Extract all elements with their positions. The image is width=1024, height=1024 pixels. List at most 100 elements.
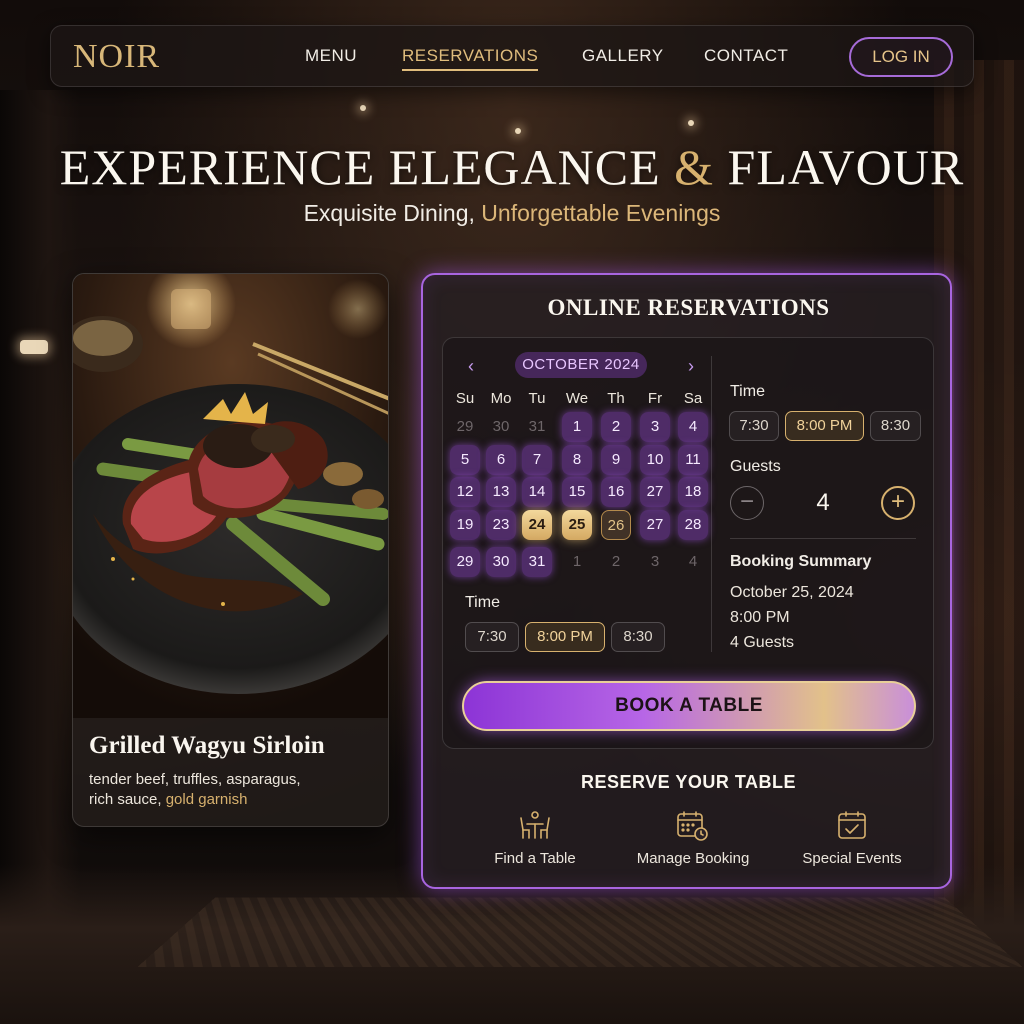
hero-subtitle-part2: Unforgettable Evenings [481, 200, 721, 226]
nav-link-reservations-label: RESERVATIONS [402, 46, 539, 65]
reservations-title: ONLINE RESERVATIONS [547, 295, 830, 320]
nav-link-menu[interactable]: MENU [305, 46, 357, 66]
special-events-link[interactable]: Special Events [777, 810, 927, 867]
weekday-label: Mo [490, 390, 512, 407]
hero-subtitle: Exquisite Dining, Unforgettable Evenings [0, 200, 1024, 227]
ceiling-light [360, 105, 366, 111]
summary-divider [730, 538, 916, 539]
calendar-day[interactable]: 2 [601, 547, 631, 577]
time-label-right: Time [730, 383, 765, 400]
calendar-day[interactable]: 14 [522, 477, 552, 507]
calendar-day[interactable]: 29 [450, 547, 480, 577]
weekday-label: Su [455, 390, 475, 407]
calendar-day[interactable]: 4 [678, 412, 708, 442]
find-a-table-label: Find a Table [494, 850, 576, 867]
calendar-day[interactable]: 30 [486, 547, 516, 577]
calendar-day[interactable]: 12 [450, 477, 480, 507]
calendar-day[interactable]: 28 [678, 510, 708, 540]
time-option-730-left[interactable]: 7:30 [465, 622, 519, 652]
calendar-day[interactable]: 18 [678, 477, 708, 507]
calendar-month: OCTOBER 2024 [515, 352, 647, 378]
hero-subtitle-part1: Exquisite Dining, [303, 200, 475, 226]
calendar-day[interactable]: 29 [450, 412, 480, 442]
weekday-label: Tu [528, 390, 546, 407]
summary-time: 8:00 PM [730, 609, 790, 626]
guest-count: 4 [816, 489, 830, 516]
calendar-day[interactable]: 16 [601, 477, 631, 507]
time-option-800-right[interactable]: 8:00 PM [785, 411, 864, 441]
calendar-day[interactable]: 24 [522, 510, 552, 540]
calendar-day[interactable]: 13 [486, 477, 516, 507]
weekday-label: We [565, 390, 589, 407]
booking-widget: ‹ OCTOBER 2024 › Su Mo Tu We Th Fr Sa 29 30 31 1 2 3… [442, 337, 934, 749]
calendar-day[interactable]: 19 [450, 510, 480, 540]
calendar-day[interactable]: 23 [486, 510, 516, 540]
nav-link-gallery[interactable]: GALLERY [582, 46, 664, 66]
calendar-day[interactable]: 8 [562, 445, 592, 475]
time-option-730-right[interactable]: 7:30 [729, 411, 779, 441]
background-rug [137, 897, 1023, 968]
brand-logo[interactable]: NOIR [73, 38, 160, 76]
calendar-day[interactable]: 6 [486, 445, 516, 475]
time-option-800-left[interactable]: 8:00 PM [525, 622, 605, 652]
calendar-day[interactable]: 31 [522, 547, 552, 577]
manage-booking-label: Manage Booking [636, 850, 750, 867]
dish-desc-line1: tender beef, truffles, asparagus, [89, 771, 301, 788]
dish-description: tender beef, truffles, asparagus, rich s… [89, 770, 379, 810]
calendar-day[interactable]: 27 [640, 510, 670, 540]
calendar-day[interactable]: 1 [562, 547, 592, 577]
chevron-right-icon[interactable]: › [679, 354, 703, 378]
guests-label: Guests [730, 458, 781, 475]
wall-lamp [20, 340, 48, 354]
calendar-day[interactable]: 5 [450, 445, 480, 475]
nav-link-reservations[interactable]: RESERVATIONS [402, 46, 539, 71]
calendar-day[interactable]: 26 [601, 510, 631, 540]
hero-title-part2: FLAVOUR [727, 139, 965, 195]
calendar-day[interactable]: 30 [486, 412, 516, 442]
dish-desc-line2a: rich sauce, [89, 791, 162, 808]
calendar-day[interactable]: 3 [640, 547, 670, 577]
hero-title: EXPERIENCE ELEGANCE & FLAVOUR [0, 138, 1024, 196]
reservations-panel: ONLINE RESERVATIONS ‹ OCTOBER 2024 › Su M… [421, 273, 952, 889]
weekday-label: Fr [647, 390, 663, 407]
book-a-table-button[interactable]: BOOK A TABLE [462, 681, 916, 731]
calendar-header: ‹ OCTOBER 2024 › [453, 352, 709, 378]
decrease-guests-button[interactable]: − [730, 486, 764, 520]
weekday-label: Sa [683, 390, 703, 407]
calendar-day[interactable]: 11 [678, 445, 708, 475]
calendar-day[interactable]: 4 [678, 547, 708, 577]
calendar-day[interactable]: 2 [601, 412, 631, 442]
top-navigation: NOIR MENU RESERVATIONS GALLERY CONTACT L… [50, 25, 974, 87]
special-events-label: Special Events [802, 850, 902, 867]
calendar-day[interactable]: 27 [640, 477, 670, 507]
calendar-day[interactable]: 25 [562, 510, 592, 540]
calendar-day[interactable]: 15 [562, 477, 592, 507]
calendar-day[interactable]: 10 [640, 445, 670, 475]
ceiling-light [688, 120, 694, 126]
calendar-day[interactable]: 7 [522, 445, 552, 475]
login-button[interactable]: LOG IN [849, 37, 953, 77]
calendar-clock-icon [677, 811, 708, 841]
manage-booking-link[interactable]: Manage Booking [618, 810, 768, 867]
increase-guests-button[interactable]: + [881, 486, 915, 520]
nav-link-contact[interactable]: CONTACT [704, 46, 788, 66]
widget-divider [711, 356, 712, 652]
featured-dish-card[interactable]: Grilled Wagyu Sirloin tender beef, truff… [72, 273, 389, 827]
reserve-your-table-title: RESERVE YOUR TABLE [580, 772, 797, 792]
active-underline [402, 69, 539, 71]
calendar-day[interactable]: 9 [601, 445, 631, 475]
booking-summary-title: Booking Summary [730, 553, 872, 570]
hero-title-part1: EXPERIENCE ELEGANCE [59, 139, 661, 195]
calendar-day[interactable]: 3 [640, 412, 670, 442]
summary-guests: 4 Guests [730, 634, 795, 651]
chevron-left-icon[interactable]: ‹ [459, 354, 483, 378]
summary-date: October 25, 2024 [730, 584, 854, 601]
time-option-830-left[interactable]: 8:30 [611, 622, 665, 652]
calendar-check-icon [838, 811, 866, 839]
time-option-830-right[interactable]: 8:30 [870, 411, 921, 441]
ceiling-light [515, 128, 521, 134]
time-label-left: Time [465, 594, 500, 611]
calendar-day[interactable]: 1 [562, 412, 592, 442]
find-a-table-link[interactable]: Find a Table [460, 810, 610, 867]
calendar-day[interactable]: 31 [522, 412, 552, 442]
